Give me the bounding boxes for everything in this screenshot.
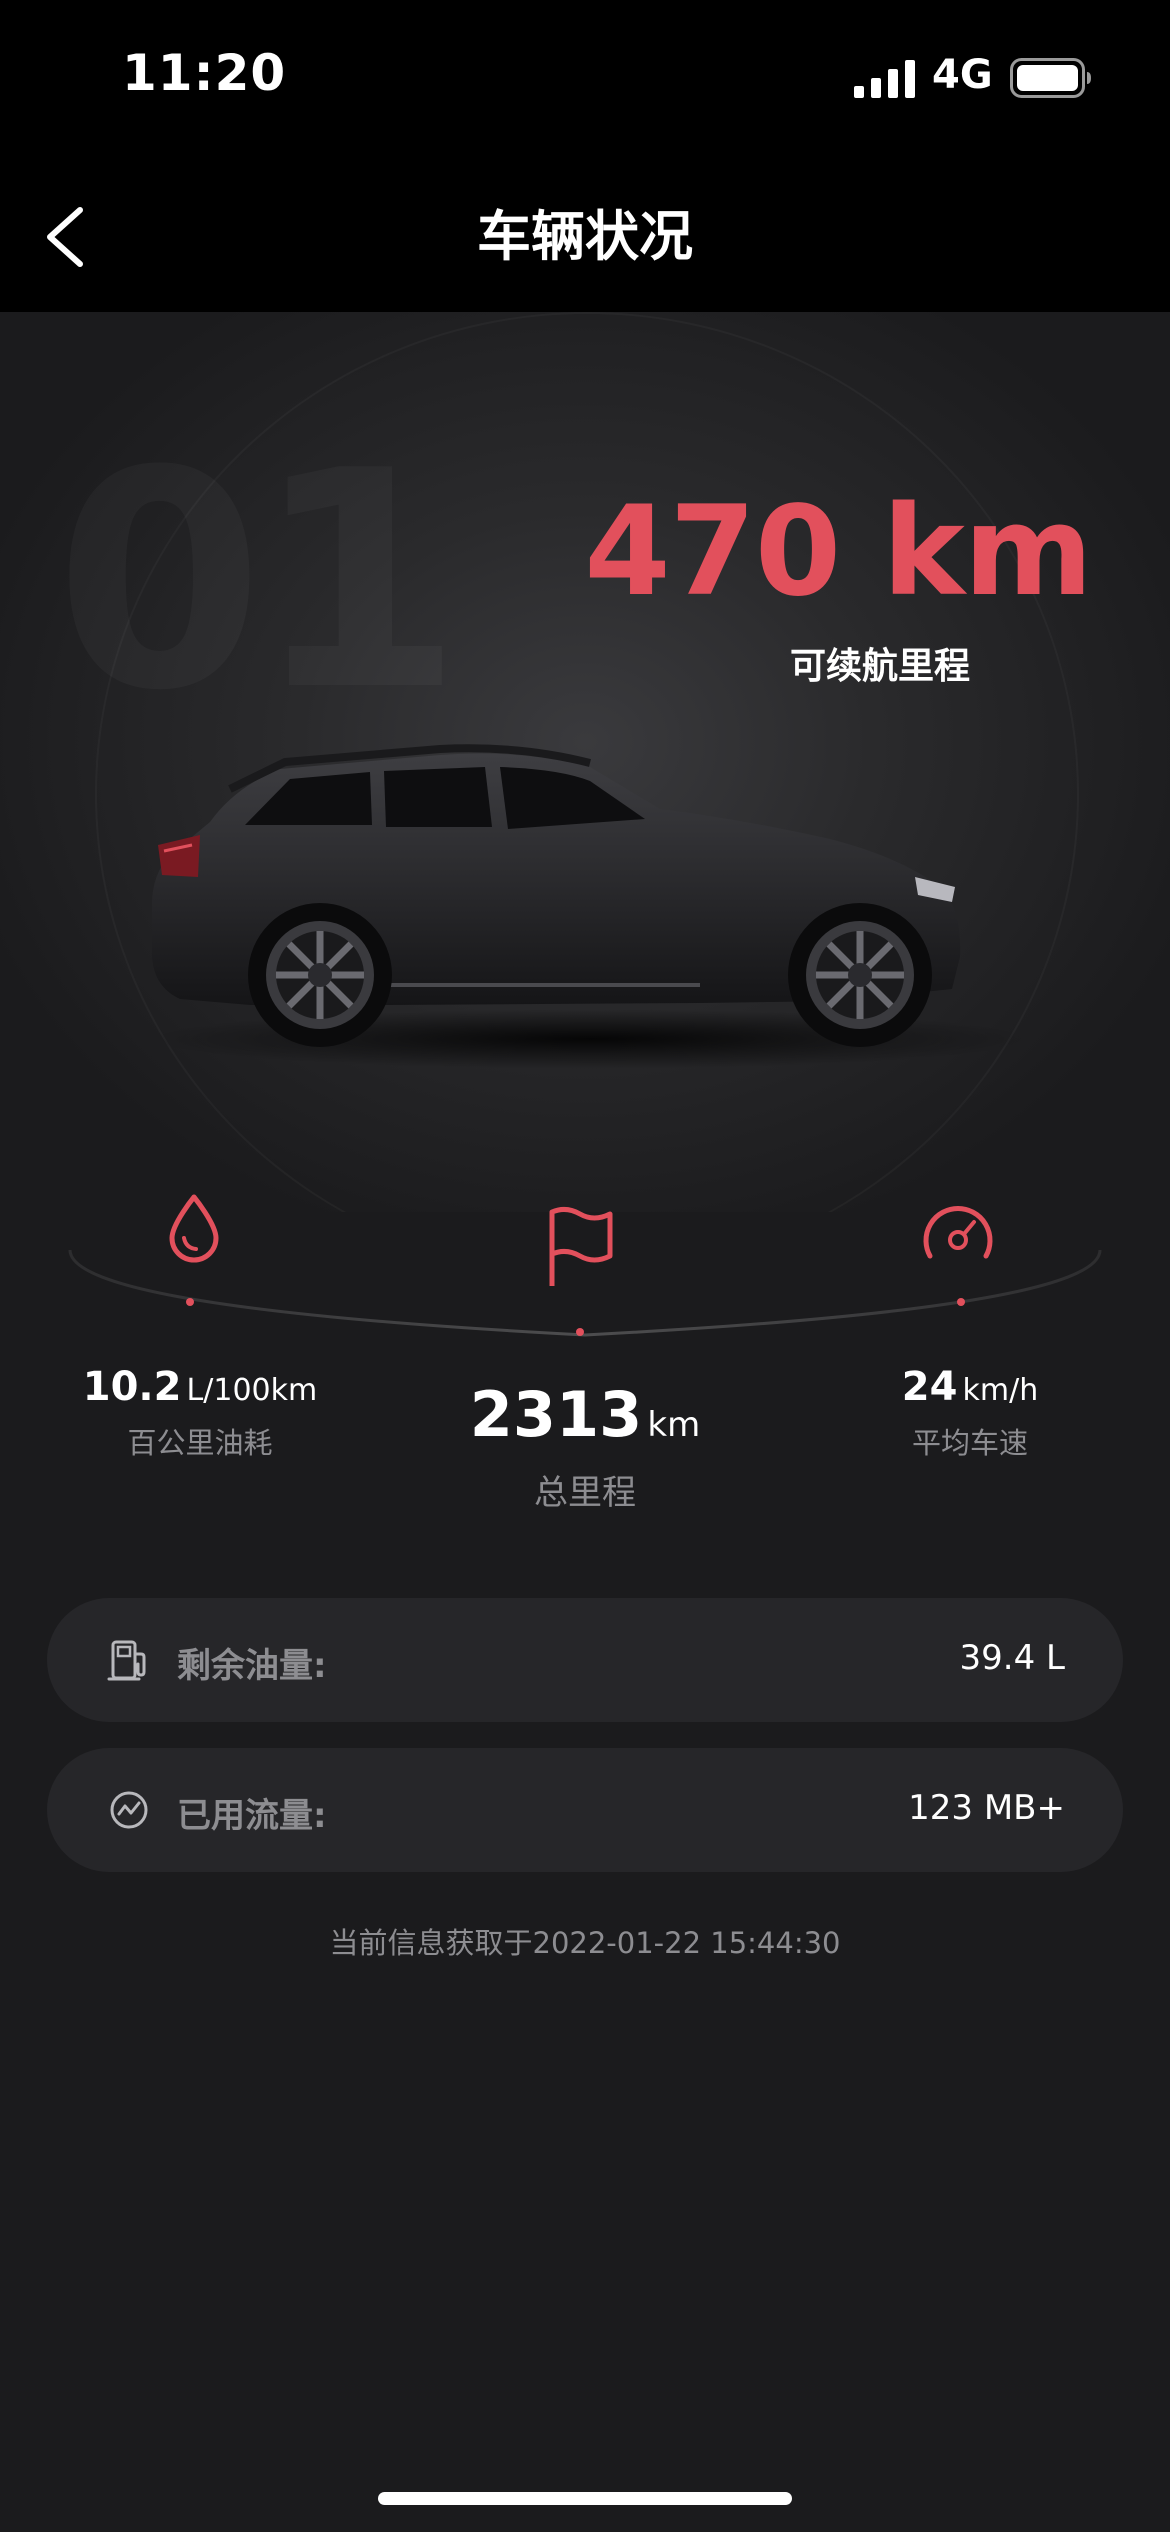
stat-dot (957, 1298, 965, 1306)
card-value: 123 MB+ (908, 1788, 1065, 1828)
remaining-fuel-card: 剩余油量: 39.4 L (47, 1598, 1123, 1722)
model-watermark: 01 (55, 432, 452, 732)
data-usage-icon (110, 1791, 148, 1829)
fuel-pump-icon (107, 1640, 146, 1681)
stat-avg-speed: 24 km/h 平均车速 (820, 1364, 1120, 1462)
stat-value: 10.2 (82, 1364, 182, 1410)
page-title: 车辆状况 (477, 205, 693, 268)
stat-label: 平均车速 (911, 1426, 1028, 1460)
update-timestamp: 当前信息获取于2022-01-22 15:44:30 (329, 1926, 841, 1960)
hero-section: 01 470 km 可续航里程 (0, 312, 1170, 1212)
stat-label: 百公里油耗 (127, 1426, 273, 1460)
speedometer-icon (923, 1206, 993, 1259)
stat-label: 总里程 (534, 1473, 636, 1513)
stat-total-mileage: 2313 km 总里程 (435, 1378, 735, 1514)
stat-unit: L/100km (186, 1373, 318, 1408)
stat-dot (576, 1328, 584, 1336)
car-image (150, 744, 1030, 1069)
home-indicator[interactable] (378, 2492, 792, 2505)
stat-value: 24 (901, 1364, 958, 1410)
drop-icon (169, 1194, 219, 1263)
stat-fuel-consumption: 10.2 L/100km 百公里油耗 (50, 1364, 350, 1462)
card-value: 39.4 L (959, 1638, 1065, 1678)
status-bar: 11:20 4G (0, 0, 1170, 152)
data-usage-card: 已用流量: 123 MB+ (47, 1748, 1123, 1872)
stat-unit: km (647, 1405, 701, 1445)
range-value: 470 km (584, 480, 1093, 624)
signal-icon (854, 60, 915, 98)
nav-bar: 车辆状况 (0, 152, 1170, 313)
stat-value: 2313 (469, 1378, 643, 1451)
flag-icon (549, 1206, 613, 1286)
range-label: 可续航里程 (790, 646, 971, 687)
stat-dot (186, 1298, 194, 1306)
battery-icon (1010, 58, 1091, 98)
card-label: 已用流量: (177, 1796, 327, 1836)
card-label: 剩余油量: (177, 1646, 327, 1686)
network-label: 4G (932, 52, 993, 98)
status-time: 11:20 (122, 44, 287, 102)
stat-unit: km/h (962, 1373, 1039, 1408)
